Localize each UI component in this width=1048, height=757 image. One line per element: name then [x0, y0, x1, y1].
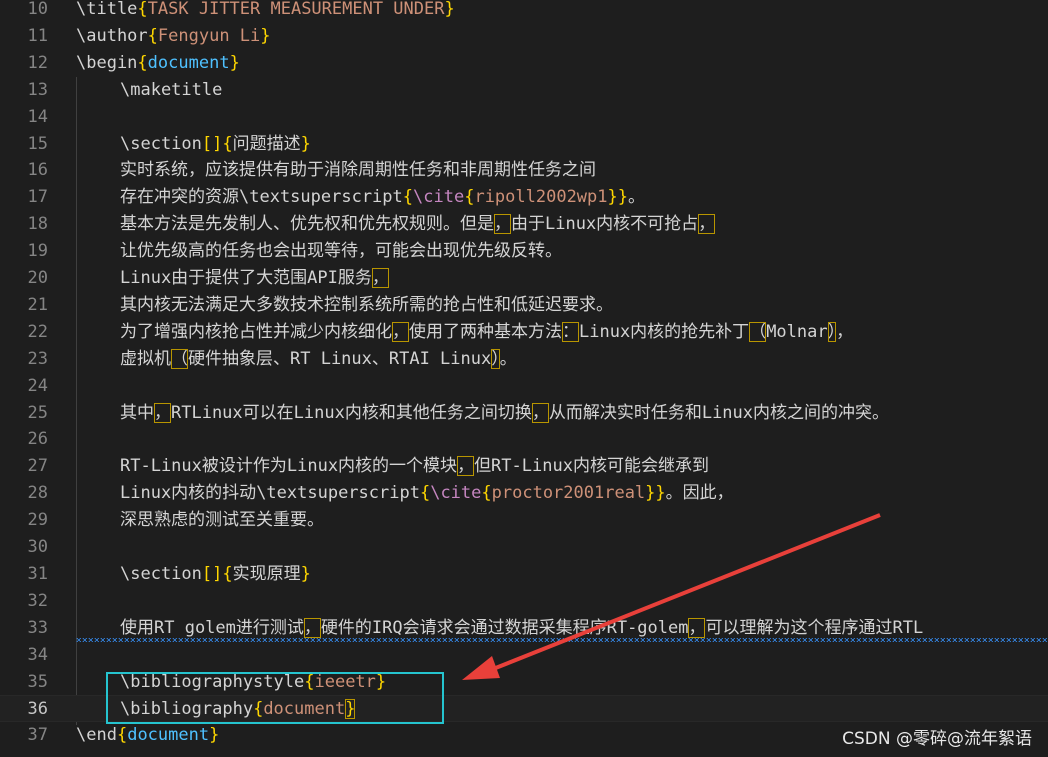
annotation-arrow	[462, 513, 881, 680]
watermark-text: CSDN @零碎@流年絮语	[842, 729, 1032, 749]
annotation-arrow-shaft	[477, 513, 881, 677]
code-editor[interactable]: 10 \title{TASK JITTER MEASUREMENT UNDER} 1…	[0, 0, 1048, 757]
annotation-arrow-head	[462, 656, 500, 680]
